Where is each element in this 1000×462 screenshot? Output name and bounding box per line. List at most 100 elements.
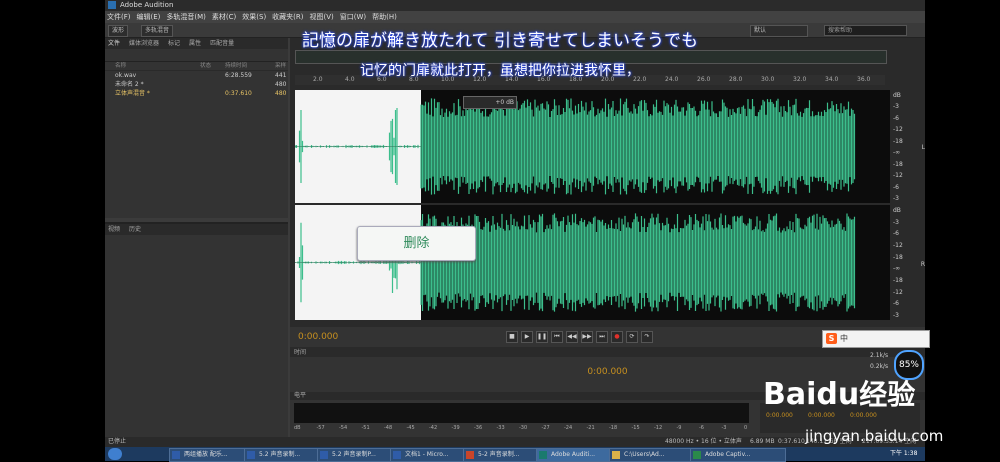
level-tick: -45 [406,425,415,431]
level-tick: -12 [654,425,663,431]
level-tick: -42 [429,425,438,431]
menu-effects[interactable]: 效果(S) [242,13,266,21]
rewind-button[interactable]: ◀◀ [566,331,578,343]
db-scale-left: dB -3 -6 -12 -18 -∞ -18 -12 -6 -3 [891,90,919,203]
file-name: 立体声混音 * [115,90,150,97]
status-text: 已停止 [108,438,127,445]
watermark-url: jingyan.baidu.com [805,427,944,445]
status-duration: 0:37.610 [778,438,805,445]
status-bar: 已停止 48000 Hz • 16 位 • 立体声 6.89 MB 0:37.6… [105,437,925,447]
db-tick: -3 [893,195,899,202]
delete-popup[interactable]: 删除 [357,226,476,261]
db-tick: -6 [893,230,899,238]
subtitle-chinese: 记忆的门扉就此打开，虽想把你拉进我怀里， [360,63,640,79]
level-meter [294,403,749,423]
title-bar: Adobe Audition [105,0,925,11]
go-start-button[interactable]: ⏮ [551,331,563,343]
sogou-logo-icon: S [826,333,837,344]
skip-button[interactable]: ↷ [641,331,653,343]
word-icon [247,451,255,459]
channel-r-label[interactable]: R [921,261,925,268]
file-rate: 480 [275,90,287,97]
taskbar-item[interactable]: C:\Users\Ad... [609,448,703,462]
ime-toolbar[interactable]: S中 [822,330,930,348]
level-tick: -27 [541,425,550,431]
level-tick: -57 [316,425,325,431]
channel-left-waveform[interactable] [295,90,890,203]
db-tick: -18 [893,137,903,145]
record-button[interactable]: ● [611,331,623,343]
menu-multitrack[interactable]: 多轨混音(M) [166,13,206,21]
pause-button[interactable]: ❚❚ [536,331,548,343]
start-button[interactable] [108,448,122,460]
download-speed: 0.2k/s [870,363,889,370]
window-title: Adobe Audition [120,1,174,9]
file-row-selected[interactable]: 立体声混音 * 0:37.610 480 [105,89,288,98]
clock[interactable]: 下午 1:38 [890,448,917,457]
db-tick: -6 [893,183,899,191]
volume-hud[interactable]: +0 dB [463,96,517,109]
loop-button[interactable]: ⟳ [626,331,638,343]
channel-l-label[interactable]: L [922,144,925,151]
subtitle-japanese: 記憶の扉が解き放たれて 引き寄せてしまいそうでも [302,31,698,51]
word-icon [393,451,401,459]
level-tick: -18 [609,425,618,431]
level-tick: -9 [676,425,682,431]
status-rate: 48000 Hz • 16 位 • 立体声 [665,438,742,445]
menu-edit[interactable]: 编辑(E) [137,13,161,21]
selection-start[interactable]: 0:00.000 [766,412,793,419]
level-tick: -51 [361,425,370,431]
db-tick: -12 [893,172,903,180]
menu-help[interactable]: 帮助(H) [372,13,397,21]
db-tick: -6 [893,114,899,122]
time-panel-title: 时间 [290,349,925,357]
file-row[interactable]: 未命名 2 * 480 [105,80,288,89]
level-tick: -15 [631,425,640,431]
db-scale-right: dB -3 -6 -12 -18 -∞ -18 -12 -6 -3 [891,205,919,320]
db-tick: -6 [893,300,899,308]
db-tick: -12 [893,288,903,296]
forward-button[interactable]: ▶▶ [581,331,593,343]
tab-history[interactable]: 历史 [129,226,141,233]
app-icon [172,451,180,459]
baidu-logo: Baidu [763,377,860,412]
current-timecode: 0:00.000 [298,332,339,342]
waveform-editor[interactable]: 2.0 4.0 6.0 8.0 10.0 12.0 14.0 16.0 18.0 20.0 22.0… [290,38,925,349]
file-rate: 480 [275,81,287,88]
db-tick: -3 [893,218,899,226]
channel-right-waveform[interactable] [295,205,890,320]
baidu-watermark: Baidu经验 [763,373,915,413]
level-tick: -3 [721,425,727,431]
level-tick: -30 [519,425,528,431]
db-tick: dB [893,207,901,214]
db-tick: -12 [893,126,903,134]
db-tick: dB [893,92,901,99]
jingyan-logo: 经验 [859,378,916,411]
ime-mode[interactable]: 中 [840,334,848,343]
file-name: 未命名 2 * [115,81,144,88]
taskbar-item[interactable]: Adobe Captiv... [690,448,786,462]
go-end-button[interactable]: ⏭ [596,331,608,343]
level-tick: -24 [564,425,573,431]
powerpoint-icon [466,451,474,459]
audition-icon [539,451,547,459]
menu-bar: 文件(F) 编辑(E) 多轨混音(M) 素材(C) 效果(S) 收藏夹(R) 视图(V) 窗口… [105,11,925,23]
level-tick: -48 [384,425,393,431]
menu-file[interactable]: 文件(F) [107,13,131,21]
selection-end[interactable]: 0:00.000 [808,412,835,419]
selection-duration[interactable]: 0:00.000 [850,412,877,419]
menu-window[interactable]: 窗口(W) [340,13,366,21]
play-button[interactable]: ▶ [521,331,533,343]
status-size: 6.89 MB [750,438,775,445]
menu-view[interactable]: 视图(V) [310,13,334,21]
folder-icon [612,451,620,459]
stop-button[interactable]: ■ [506,331,518,343]
db-tick: -∞ [893,149,901,157]
db-tick: -3 [893,312,899,319]
level-tick: -6 [699,425,704,431]
db-tick: -18 [893,253,903,261]
menu-clip[interactable]: 素材(C) [212,13,236,21]
audition-logo-icon [108,1,116,9]
menu-favorites[interactable]: 收藏夹(R) [272,13,303,21]
tab-video[interactable]: 视频 [108,226,120,233]
